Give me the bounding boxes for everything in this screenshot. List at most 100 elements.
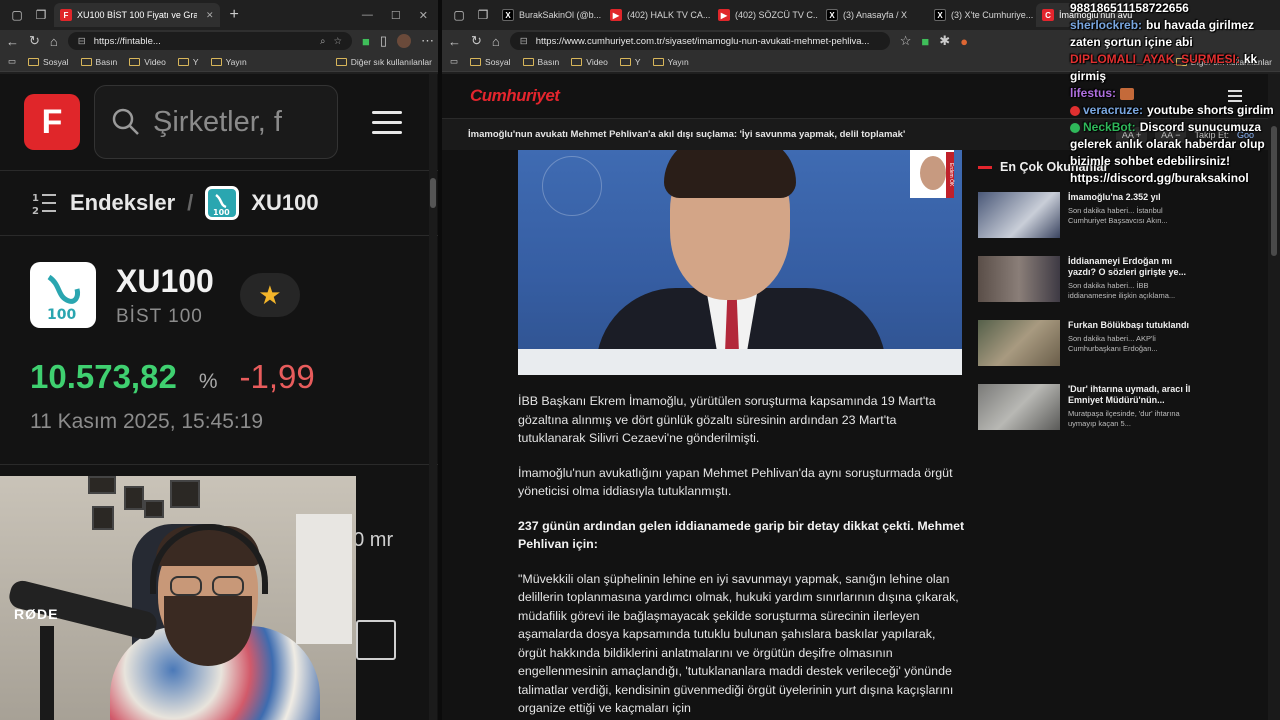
tab-x-home[interactable]: X (3) Anasayfa / X (820, 3, 926, 27)
tab-sozcu-tv[interactable]: ▶ (402) SÖZCÜ TV C... (712, 3, 818, 27)
url-field[interactable]: ⊟ https://www.cumhuriyet.com.tr/siyaset/… (509, 32, 890, 50)
price-value: 10.573,82 (30, 358, 177, 395)
bookmark-yayin[interactable]: Yayın (652, 57, 689, 67)
left-bookmarks-bar: ▭ Sosyal Basın Video Y Yayın Diğer sık k… (0, 52, 440, 72)
article-paragraph: İmamoğlu'nun avukatlığını yapan Mehmet P… (518, 465, 953, 499)
index-title-row: 100 XU100 BİST 100 ★ (30, 262, 410, 328)
reading-list-icon[interactable]: ▭ (450, 56, 458, 67)
news-thumbnail (978, 192, 1060, 238)
reading-list-icon[interactable]: ▭ (8, 56, 16, 67)
index-name: BİST 100 (116, 305, 203, 327)
favorite-icon[interactable]: ☆ (333, 36, 342, 47)
bookmark-y[interactable]: Y (619, 57, 641, 67)
extension-icon[interactable]: ✱ (939, 33, 950, 49)
bookmark-label: Yayın (225, 56, 247, 67)
institution-logo (542, 156, 602, 216)
cumhuriyet-logo[interactable]: Cumhuriyet (470, 86, 560, 106)
zoom-icon[interactable]: ⌕ (320, 36, 325, 47)
home-icon[interactable]: ⌂ (492, 34, 500, 49)
chat-username: NeckBot: (1083, 120, 1136, 134)
x-favicon-icon: X (826, 9, 838, 21)
tab-x-cumhuriyet[interactable]: X (3) X'te Cumhuriye... (928, 3, 1034, 27)
menu-icon[interactable] (372, 110, 402, 134)
bookmark-basin[interactable]: Basın (80, 57, 117, 67)
chat-username: lifestus: (1070, 86, 1117, 100)
most-read-item[interactable]: İddianameyi Erdoğan mı yazdı? O sözleri … (978, 256, 1198, 302)
folder-icon (522, 57, 534, 66)
bookmark-video[interactable]: Video (129, 57, 166, 67)
folder-icon (28, 57, 40, 66)
heading-accent (978, 165, 992, 169)
more-icon[interactable]: ⋯ (421, 33, 434, 49)
fintables-logo[interactable]: F (24, 94, 80, 150)
minimize-icon[interactable]: — (362, 9, 373, 22)
home-icon[interactable]: ⌂ (50, 34, 58, 49)
extension-icon[interactable]: ■ (362, 34, 370, 49)
chat-username: veracruze: (1083, 103, 1144, 117)
folder-icon (177, 57, 189, 66)
wall-frame (88, 476, 116, 494)
new-tab-button[interactable]: + (222, 6, 247, 24)
site-info-icon[interactable]: ⊟ (78, 36, 86, 47)
window-controls: — ☐ ✕ (362, 9, 440, 22)
bookmark-video[interactable]: Video (571, 57, 608, 67)
scroll-thumb[interactable] (430, 178, 436, 208)
split-screen-icon[interactable]: ▯ (380, 33, 387, 49)
extension-icon[interactable]: ■ (921, 34, 929, 49)
tab-actions-icon[interactable]: ❐ (472, 4, 494, 26)
search-input[interactable]: Şirketler, f (94, 85, 338, 159)
back-icon[interactable]: ← (6, 34, 19, 49)
url-field[interactable]: ⊟ https://fintable... ⌕ ☆ (67, 32, 352, 50)
bookmark-sosyal[interactable]: Sosyal (470, 57, 511, 67)
breadcrumb-root[interactable]: Endeksler (70, 190, 175, 216)
close-tab-icon[interactable]: ✕ (206, 10, 214, 21)
search-icon (112, 108, 139, 135)
heart-badge-icon (1070, 105, 1080, 116)
favorite-icon[interactable]: ☆ (900, 33, 912, 49)
close-window-icon[interactable]: ✕ (419, 9, 428, 22)
youtube-favicon-icon: ▶ (610, 9, 622, 21)
tab-x-buraksakinol[interactable]: X BurakSakinOl (@b... (496, 3, 602, 27)
left-scrollbar[interactable] (429, 74, 437, 720)
bookmark-yayin[interactable]: Yayın (210, 56, 247, 67)
tab-fintables[interactable]: F XU100 BİST 100 Fiyatı ve Grafikleri ✕ (54, 3, 220, 27)
tab-label: BurakSakinOl (@b... (519, 10, 602, 20)
tab-halk-tv[interactable]: ▶ (402) HALK TV CA... (604, 3, 710, 27)
list-icon: 12 (32, 193, 56, 217)
most-read-item[interactable]: Furkan Bölükbaşı tutuklandı Son dakika h… (978, 320, 1198, 366)
url-text: https://www.cumhuriyet.com.tr/siyaset/im… (535, 35, 870, 47)
price-row: 10.573,82 % -1,99 (30, 358, 410, 396)
wall-frame (124, 486, 144, 510)
fullscreen-icon[interactable] (356, 620, 396, 660)
emote-icon (1120, 87, 1135, 100)
refresh-icon[interactable]: ↻ (29, 33, 40, 49)
tab-label: (3) Anasayfa / X (843, 10, 908, 20)
chat-text: 98818651115872265​6 (1070, 1, 1189, 15)
bist-logo-icon: 100 (30, 262, 96, 328)
avatar[interactable] (397, 34, 411, 48)
divider (0, 464, 440, 465)
bookmark-y[interactable]: Y (177, 57, 199, 67)
bookmark-other[interactable]: Diğer sık kullanılanlar (335, 57, 432, 67)
svg-text:100: 100 (47, 307, 76, 323)
favorite-star-button[interactable]: ★ (239, 273, 300, 317)
bookmark-basin[interactable]: Basın (522, 57, 559, 67)
browser-profile-icon[interactable]: ▢ (448, 4, 470, 26)
site-info-icon[interactable]: ⊟ (520, 36, 528, 47)
index-summary-card: 100 XU100 BİST 100 ★ 10.573,82 % -1,99 1… (0, 236, 440, 460)
most-read-item[interactable]: 'Dur' ihtarına uymadı, aracı İl Emniyet … (978, 384, 1198, 430)
refresh-icon[interactable]: ↻ (471, 33, 482, 49)
browser-profile-icon[interactable]: ▢ (6, 4, 28, 26)
back-icon[interactable]: ← (448, 34, 461, 49)
bot-badge-icon (1070, 122, 1080, 133)
extension-icon[interactable]: ● (960, 34, 968, 49)
news-snippet: Muratpaşa ilçesinde, 'dur' ihtarına uyma… (1068, 409, 1180, 428)
chat-text: youtube shorts girdim (1147, 103, 1274, 117)
percent-sign: % (198, 370, 218, 393)
door (296, 514, 352, 644)
maximize-icon[interactable]: ☐ (391, 9, 401, 22)
bookmark-label: Video (144, 56, 166, 67)
tab-actions-icon[interactable]: ❐ (30, 4, 52, 26)
folder-icon (210, 57, 222, 66)
bookmark-sosyal[interactable]: Sosyal (28, 57, 69, 67)
